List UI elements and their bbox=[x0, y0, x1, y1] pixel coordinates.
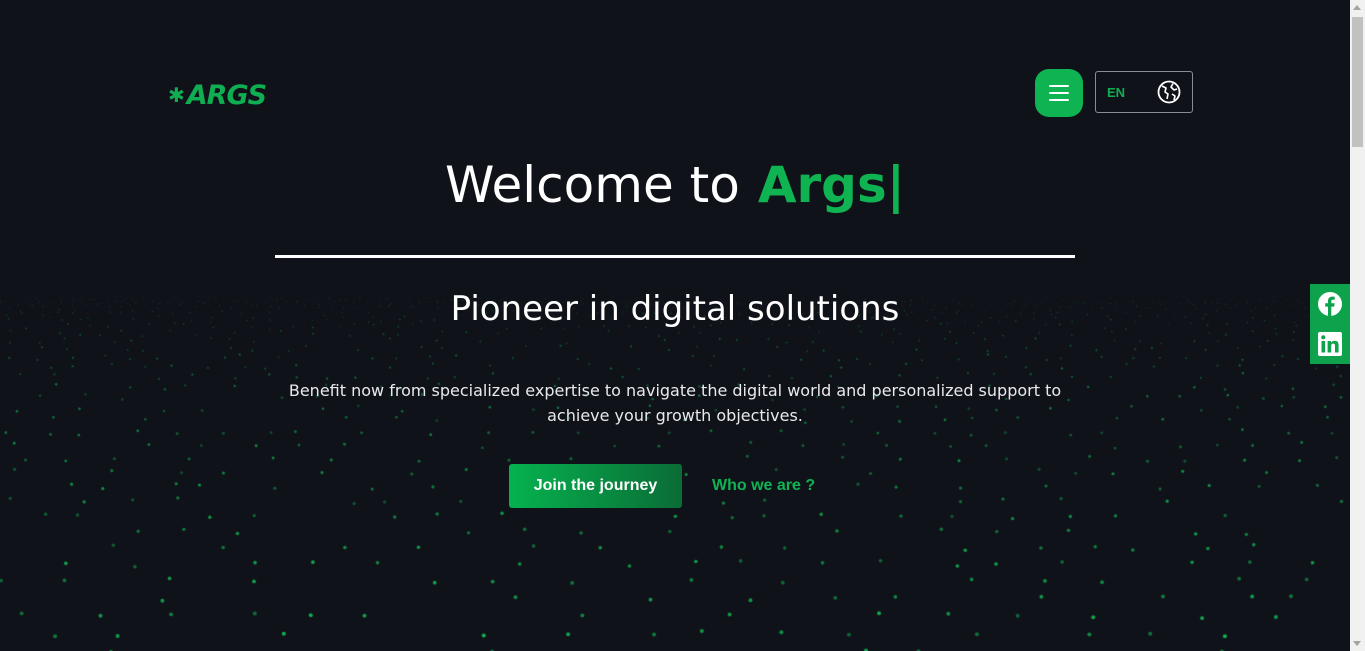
scroll-down-arrow-icon[interactable] bbox=[1353, 641, 1361, 646]
hero-subtitle: Pioneer in digital solutions bbox=[450, 289, 900, 329]
linkedin-icon[interactable] bbox=[1317, 331, 1343, 357]
title-highlight: Args bbox=[757, 156, 887, 214]
title-divider bbox=[275, 255, 1075, 258]
typing-cursor: | bbox=[886, 156, 905, 214]
facebook-icon[interactable] bbox=[1317, 291, 1343, 317]
scroll-up-arrow-icon[interactable] bbox=[1353, 5, 1361, 10]
hamburger-icon bbox=[1049, 85, 1069, 101]
title-prefix: Welcome to bbox=[445, 156, 740, 214]
join-journey-button[interactable]: Join the journey bbox=[509, 464, 682, 508]
hero-description: Benefit now from specialized expertise t… bbox=[288, 381, 1062, 425]
language-code: EN bbox=[1107, 84, 1126, 100]
globe-icon bbox=[1157, 80, 1181, 104]
social-sidebar bbox=[1310, 284, 1350, 364]
scrollbar-thumb[interactable] bbox=[1352, 17, 1363, 147]
args-logo[interactable]: ✱ ARGS bbox=[168, 78, 267, 112]
who-we-are-link[interactable]: Who we are ? bbox=[712, 474, 815, 498]
vertical-scrollbar[interactable] bbox=[1350, 0, 1365, 651]
clover-icon: ✱ bbox=[168, 83, 185, 107]
menu-button[interactable] bbox=[1035, 69, 1083, 117]
logo-text: ARGS bbox=[186, 79, 267, 111]
language-selector[interactable]: EN bbox=[1095, 71, 1193, 113]
hero-title: Welcome to Args| bbox=[0, 148, 1350, 222]
